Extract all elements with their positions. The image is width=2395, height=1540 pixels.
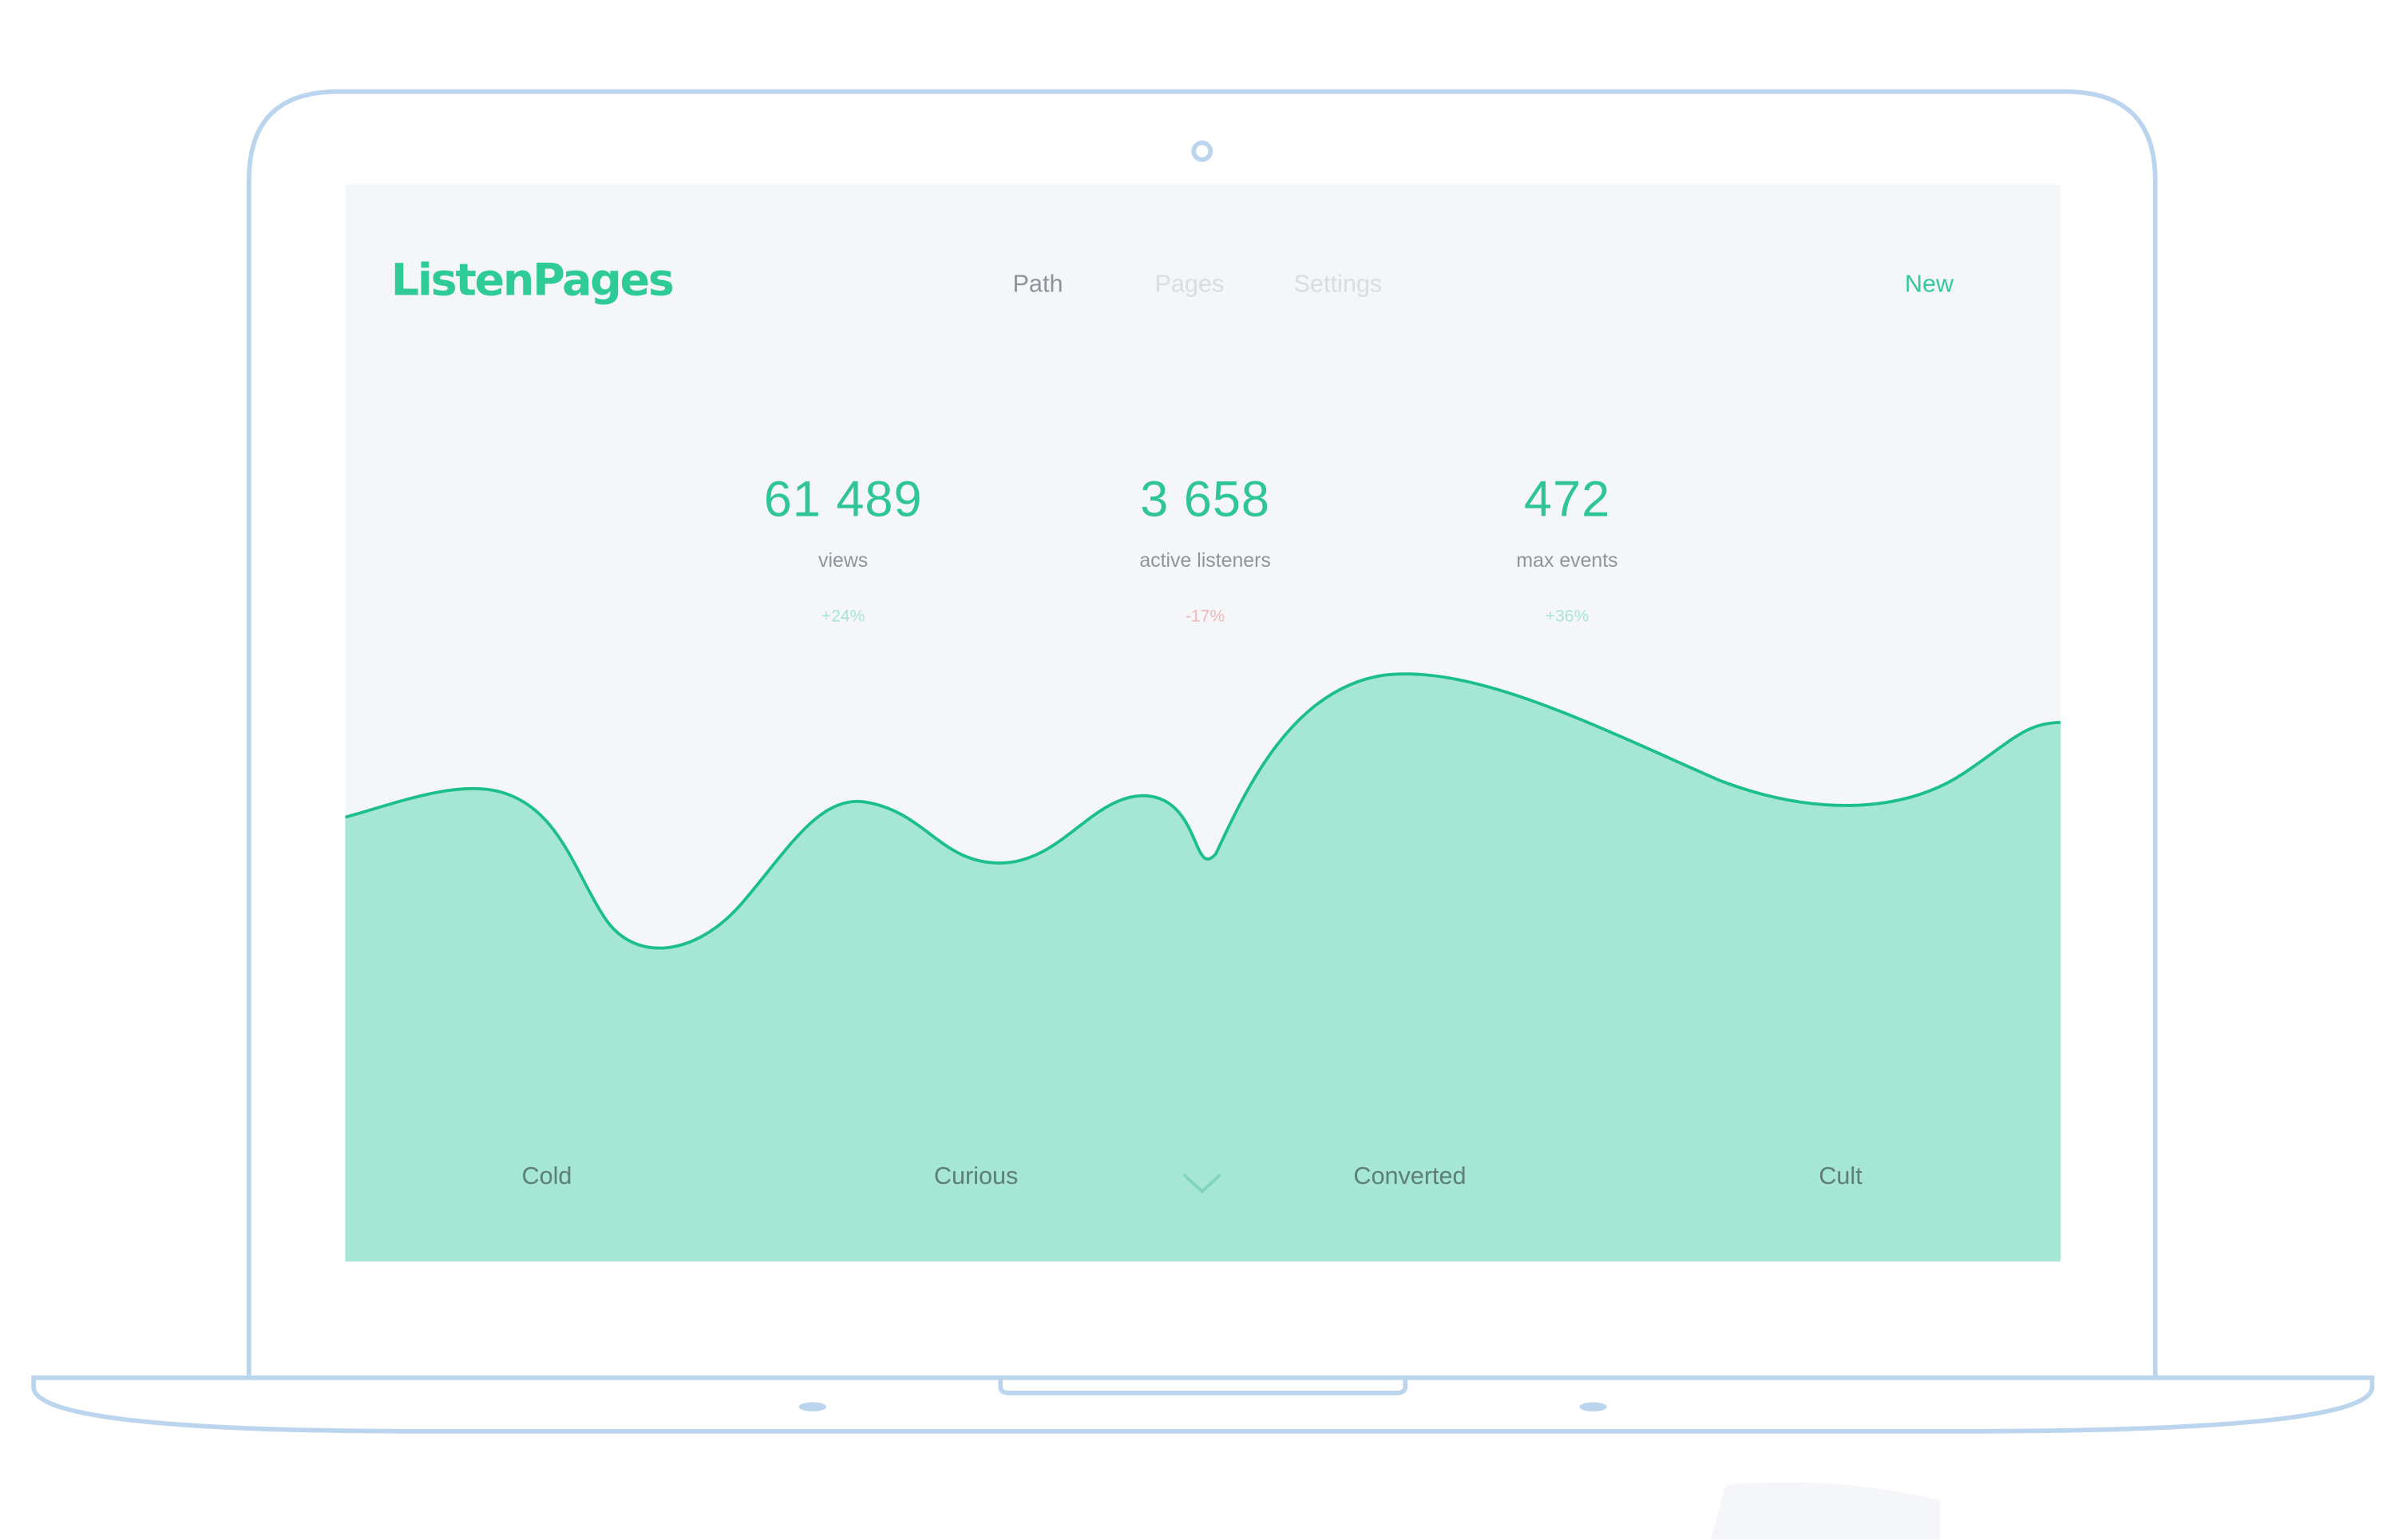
stat-label: active listeners [1139, 548, 1271, 572]
laptop-foot-right [1579, 1402, 1607, 1411]
stat-max-events: 472 max events +36% [1399, 469, 1736, 626]
laptop-base [31, 1375, 2375, 1434]
nav-item-path[interactable]: Path [1013, 272, 1063, 299]
stat-value: 3 658 [1140, 470, 1270, 528]
stat-value: 472 [1523, 470, 1611, 528]
stat-views: 61 489 views +24% [675, 469, 1011, 626]
stat-active-listeners: 3 658 active listeners -17% [1037, 469, 1373, 626]
stat-change: +36% [1545, 608, 1589, 627]
stat-value: 61 489 [763, 470, 923, 528]
stat-change: -17% [1186, 608, 1225, 627]
laptop-mockup: ListenPages Path Pages Settings New 61 4… [0, 0, 2395, 1540]
app-screen: ListenPages Path Pages Settings New 61 4… [345, 184, 2061, 1262]
funnel-stage-curious[interactable]: Curious [823, 1164, 1129, 1191]
stat-change: +24% [821, 608, 865, 627]
funnel-stage-cold[interactable]: Cold [394, 1164, 700, 1191]
funnel-stage-cult[interactable]: Cult [1688, 1164, 1993, 1191]
laptop-foot-left [798, 1402, 827, 1411]
app-logo[interactable]: ListenPages [391, 254, 675, 306]
shadow-decoration [1710, 1482, 1940, 1540]
stat-label: max events [1516, 548, 1618, 572]
funnel-stage-converted[interactable]: Converted [1257, 1164, 1563, 1191]
stat-label: views [818, 548, 869, 572]
chevron-down-icon[interactable] [1181, 1169, 1224, 1199]
nav-item-pages[interactable]: Pages [1154, 272, 1224, 299]
new-button[interactable]: New [1905, 272, 1954, 299]
area-chart [345, 672, 2061, 1262]
nav-item-settings[interactable]: Settings [1294, 272, 1383, 299]
